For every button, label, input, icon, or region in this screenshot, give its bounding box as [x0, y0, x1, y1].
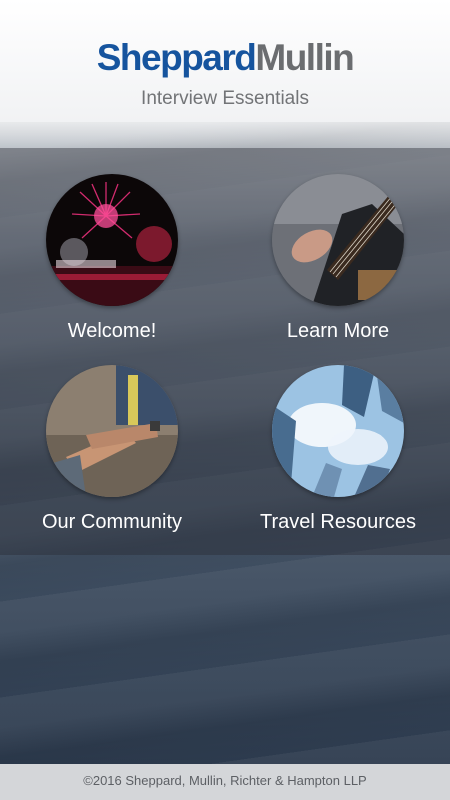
app-header: SheppardMullin Interview Essentials [0, 0, 450, 122]
tile-our-community[interactable]: Our Community [12, 365, 212, 535]
tile-label-travel-resources: Travel Resources [260, 511, 416, 533]
tile-label-welcome: Welcome! [67, 320, 157, 342]
app-subtitle: Interview Essentials [141, 88, 309, 109]
handshake-image [46, 365, 178, 497]
fireworks-image [46, 174, 178, 306]
tile-travel-resources[interactable]: Travel Resources [238, 365, 438, 535]
tile-welcome[interactable]: Welcome! [12, 174, 212, 344]
sheppard-mullin-logo: SheppardMullin [96, 37, 355, 78]
skyscrapers-image [272, 365, 404, 497]
tile-label-our-community: Our Community [41, 511, 183, 533]
guitar-image [272, 174, 404, 306]
copyright-footer: ©2016 Sheppard, Mullin, Richter & Hampto… [0, 764, 450, 800]
tile-label-learn-more: Learn More [286, 320, 390, 342]
menu-panel: Welcome! Learn More Our Community Travel… [0, 148, 450, 555]
tile-learn-more[interactable]: Learn More [238, 174, 438, 344]
